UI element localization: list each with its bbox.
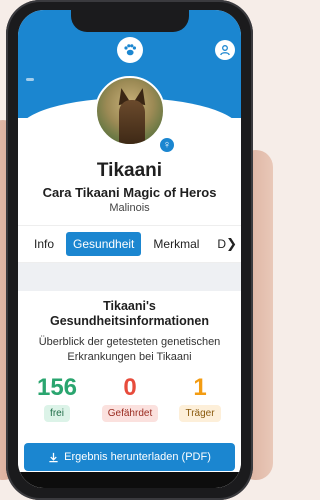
- system-nav-bar: [18, 472, 241, 488]
- health-title-line1: Tikaani's: [103, 299, 156, 313]
- stat-free: 156 frei: [34, 375, 80, 422]
- stat-carrier-label: Träger: [179, 405, 221, 422]
- stat-carrier-value: 1: [193, 374, 207, 401]
- health-title-line2: Gesundheitsinformationen: [49, 314, 210, 328]
- user-icon[interactable]: [215, 40, 235, 60]
- tab-bar: Info Gesundheit Merkmal D ❯: [18, 225, 241, 263]
- stat-endangered-value: 0: [123, 374, 137, 401]
- phone-frame: ♀ Tikaani Cara Tikaani Magic of Heros Ma…: [6, 0, 253, 500]
- app-screen: ♀ Tikaani Cara Tikaani Magic of Heros Ma…: [18, 10, 241, 488]
- dog-figure: [118, 100, 145, 144]
- dog-name: Tikaani: [96, 160, 163, 181]
- stat-endangered-label: Gefährdet: [101, 405, 159, 422]
- dog-avatar[interactable]: [94, 76, 165, 146]
- menu-icon[interactable]: [26, 78, 34, 81]
- stat-endangered: 0 Gefährdet: [96, 375, 164, 422]
- stat-free-value: 156: [36, 374, 78, 401]
- download-pdf-label: Ergebnis herunterladen (PDF): [64, 451, 211, 463]
- dog-breed: Malinois: [109, 202, 150, 214]
- stat-free-label: frei: [44, 405, 70, 422]
- stat-carrier: 1 Träger: [172, 375, 228, 422]
- download-icon: [49, 452, 58, 462]
- section-separator: [18, 263, 241, 291]
- chevron-right-icon[interactable]: ❯: [226, 236, 237, 252]
- dog-full-name: Cara Tikaani Magic of Heros: [42, 185, 217, 200]
- health-card: Tikaani's Gesundheitsinformationen Überb…: [18, 291, 241, 488]
- paw-icon[interactable]: [116, 37, 143, 63]
- download-pdf-button[interactable]: Ergebnis herunterladen (PDF): [24, 443, 235, 471]
- female-icon: ♀: [158, 136, 176, 154]
- tab-info[interactable]: Info: [28, 233, 60, 255]
- tab-merkmal[interactable]: Merkmal: [147, 233, 205, 255]
- health-description: Überblick der getesteten genetischen Erk…: [38, 336, 221, 363]
- phone-notch: [70, 10, 189, 32]
- health-title: Tikaani's Gesundheitsinformationen: [18, 299, 241, 329]
- tab-gesundheit[interactable]: Gesundheit: [66, 232, 142, 256]
